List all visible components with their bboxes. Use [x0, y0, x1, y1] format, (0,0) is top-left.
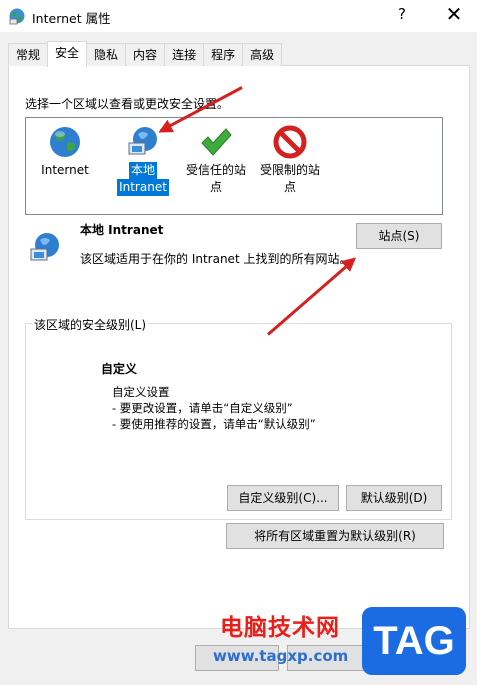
tab-content[interactable]: 内容 [125, 43, 166, 66]
security-level-group-label: 该区域的安全级别(L) [32, 316, 149, 333]
watermark-tag-logo: TAG [362, 607, 466, 675]
sites-button[interactable]: 站点(S) [356, 223, 442, 249]
custom-level-button[interactable]: 自定义级别(C)... [227, 485, 339, 511]
zone-restricted-label-2: 点 [283, 180, 296, 194]
security-level-name: 自定义 [101, 362, 138, 376]
zone-local-intranet-label-2: Intranet [117, 179, 169, 196]
level-line-2: - 要更改设置，请单击“自定义级别” [112, 401, 293, 415]
internet-options-icon [9, 8, 25, 25]
zone-local-intranet[interactable]: 本地 Intranet [107, 125, 179, 196]
zone-internet[interactable]: Internet [29, 125, 101, 179]
zone-trusted-label-2: 点 [209, 180, 222, 194]
close-button[interactable]: ✕ [440, 2, 468, 26]
zone-restricted-label-1: 受限制的站 [259, 163, 320, 177]
restricted-icon [273, 125, 307, 159]
tab-privacy[interactable]: 隐私 [86, 43, 127, 66]
level-line-3: - 要使用推荐的设置，请单击“默认级别” [112, 417, 316, 431]
tab-security[interactable]: 安全 [47, 41, 88, 67]
intranet-icon [128, 127, 157, 155]
tab-advanced[interactable]: 高级 [242, 43, 283, 66]
zones-list[interactable]: Internet 本地 Intranet 受信任的站 点 受限制的站 点 [25, 117, 443, 215]
zone-local-intranet-label-1: 本地 [128, 162, 157, 179]
checkmark-icon [201, 128, 232, 156]
zone-restricted-sites[interactable]: 受限制的站 点 [254, 125, 326, 196]
zone-trusted-sites[interactable]: 受信任的站 点 [180, 125, 252, 196]
reset-all-zones-button[interactable]: 将所有区域重置为默认级别(R) [226, 523, 444, 549]
level-line-1: 自定义设置 [112, 385, 170, 399]
tab-connections[interactable]: 连接 [164, 43, 205, 66]
security-level-description: 自定义设置 - 要更改设置，请单击“自定义级别” - 要使用推荐的设置，请单击“… [112, 384, 316, 432]
selected-zone-intranet-icon [30, 233, 59, 261]
default-level-button[interactable]: 默认级别(D) [346, 485, 442, 511]
window-title: Internet 属性 [32, 11, 111, 26]
watermark-url: www.tagxp.com [213, 647, 349, 665]
zone-internet-label: Internet [41, 163, 89, 177]
selected-zone-title: 本地 Intranet [80, 223, 164, 237]
tab-general[interactable]: 常规 [8, 43, 49, 66]
selected-zone-description: 该区域适用于在你的 Intranet 上找到的所有网站。 [80, 252, 352, 266]
tab-programs[interactable]: 程序 [203, 43, 244, 66]
globe-icon [50, 127, 80, 157]
zone-trusted-label-1: 受信任的站 [185, 163, 246, 177]
watermark-site-name: 电脑技术网 [220, 615, 340, 641]
tab-strip: 常规 安全 隐私 内容 连接 程序 高级 [8, 41, 283, 67]
help-button[interactable]: ? [398, 5, 406, 23]
